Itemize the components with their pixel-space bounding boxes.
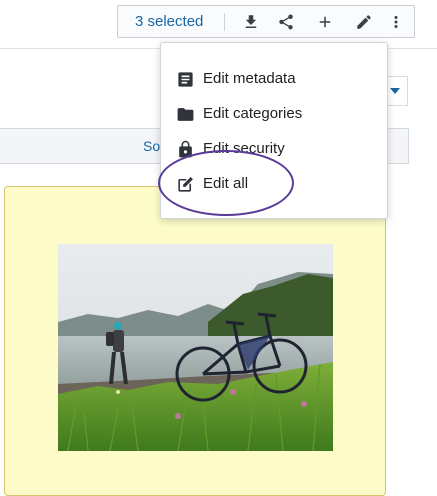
add-icon	[319, 16, 331, 28]
edit-icon	[357, 15, 371, 29]
sort-button[interactable]: So	[143, 138, 160, 154]
menu-item-edit-categories[interactable]: Edit categories	[161, 96, 387, 131]
selected-count[interactable]: 3 selected	[135, 13, 203, 30]
toolbar-divider	[224, 13, 225, 31]
menu-item-label: Edit categories	[203, 105, 303, 122]
caret-down-icon	[389, 88, 400, 94]
asset-thumbnail[interactable]	[58, 244, 333, 451]
add-button[interactable]	[312, 10, 338, 34]
menu-item-edit-security[interactable]: Edit security	[161, 131, 387, 166]
asset-card[interactable]	[4, 186, 386, 496]
menu-item-edit-metadata[interactable]: Edit metadata	[161, 61, 387, 96]
menu-item-label: Edit security	[203, 140, 285, 157]
folder-icon	[175, 104, 195, 124]
download-button[interactable]	[238, 10, 264, 34]
download-icon	[245, 15, 257, 28]
edit-button[interactable]	[351, 10, 377, 34]
edit-menu: Edit metadata Edit categories Edit secur…	[160, 42, 388, 219]
lake-bike-photo	[58, 244, 333, 451]
lock-icon	[175, 139, 195, 159]
more-options-button[interactable]	[383, 10, 409, 34]
menu-item-edit-all[interactable]: Edit all	[161, 166, 387, 201]
selection-toolbar: 3 selected	[117, 5, 415, 38]
share-icon	[279, 14, 293, 30]
metadata-icon	[175, 69, 195, 89]
more-vert-icon	[394, 16, 398, 28]
share-button[interactable]	[273, 10, 299, 34]
edit-square-icon	[175, 174, 195, 194]
menu-item-label: Edit all	[203, 175, 249, 192]
menu-item-label: Edit metadata	[203, 70, 296, 87]
